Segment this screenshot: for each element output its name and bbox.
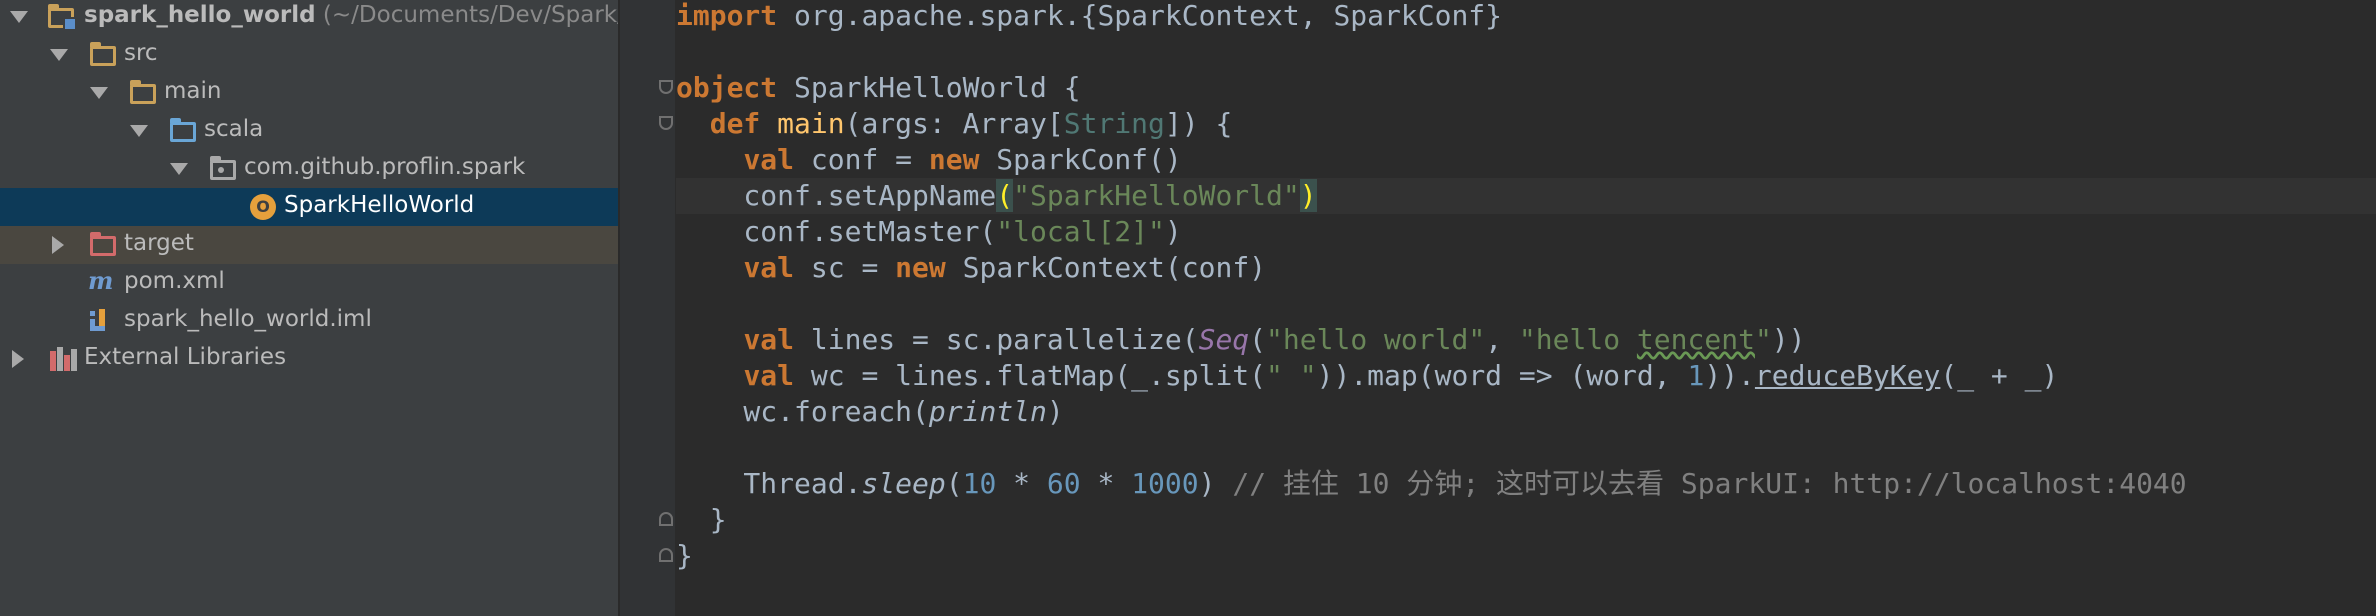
typo-highlight: tencent bbox=[1636, 323, 1755, 356]
folder-icon bbox=[90, 42, 116, 66]
code-line-14: Thread.sleep(10 * 60 * 1000) // 挂住 10 分钟… bbox=[676, 467, 2187, 500]
fold-open-icon[interactable] bbox=[659, 80, 673, 94]
tree-row-package[interactable]: com.github.proflin.spark bbox=[0, 150, 618, 188]
project-tool-window: spark_hello_world (~/Documents/Dev/Spark… bbox=[0, 0, 620, 616]
tree-row-scala[interactable]: scala bbox=[0, 112, 618, 150]
tree-label-sparkhelloworld: SparkHelloWorld bbox=[284, 192, 475, 218]
collapse-arrow-icon[interactable] bbox=[52, 236, 64, 254]
folder-icon bbox=[130, 80, 156, 104]
code-line-10: val lines = sc.parallelize(Seq("hello wo… bbox=[743, 323, 1806, 356]
expand-arrow-icon[interactable] bbox=[130, 125, 148, 137]
code-line-5: val conf = new SparkConf() bbox=[743, 143, 1182, 176]
code-line-15: } bbox=[676, 503, 727, 536]
tree-label-main: main bbox=[164, 78, 222, 104]
tree-row-external-libraries[interactable]: External Libraries bbox=[0, 340, 618, 378]
fold-close-icon[interactable] bbox=[659, 548, 673, 562]
code-line-8: val sc = new SparkContext(conf) bbox=[743, 251, 1267, 284]
code-line-11: val wc = lines.flatMap(_.split(" ")).map… bbox=[743, 359, 2059, 392]
code-line-4: def main(args: Array[String]) { bbox=[676, 107, 1233, 140]
code-line-3: object SparkHelloWorld { bbox=[676, 71, 1081, 104]
code-line-1: import org.apache.spark.{SparkContext, S… bbox=[676, 0, 1503, 32]
tree-row-sparkhelloworld[interactable]: O SparkHelloWorld bbox=[0, 188, 618, 226]
code-line-7: conf.setMaster("local[2]") bbox=[676, 215, 1182, 248]
fold-open-icon[interactable] bbox=[659, 116, 673, 130]
module-file-icon bbox=[90, 309, 114, 333]
tree-row-pom[interactable]: m pom.xml bbox=[0, 264, 618, 302]
module-folder-icon bbox=[48, 4, 77, 31]
expand-arrow-icon[interactable] bbox=[170, 163, 188, 175]
tree-label-iml: spark_hello_world.iml bbox=[124, 306, 372, 332]
tree-row-src[interactable]: src bbox=[0, 36, 618, 74]
code-line-16: } bbox=[676, 539, 693, 572]
tree-label-package: com.github.proflin.spark bbox=[244, 154, 526, 180]
implicit-conversion-underline: reduceByKey bbox=[1754, 359, 1941, 392]
tree-row-main[interactable]: main bbox=[0, 74, 618, 112]
tree-label-target: target bbox=[124, 230, 194, 256]
libraries-icon bbox=[50, 347, 78, 371]
package-icon bbox=[210, 156, 236, 180]
expand-arrow-icon[interactable] bbox=[50, 49, 68, 61]
code-line-6-current: conf.setAppName("SparkHelloWorld") bbox=[676, 178, 2376, 214]
code-editor[interactable]: import org.apache.spark.{SparkContext, S… bbox=[676, 0, 2376, 616]
tree-label-src: src bbox=[124, 40, 158, 66]
maven-icon: m bbox=[88, 266, 114, 295]
tree-row-iml[interactable]: spark_hello_world.iml bbox=[0, 302, 618, 340]
scala-object-icon: O bbox=[250, 194, 276, 220]
project-path: (~/Documents/Dev/Spark/ bbox=[322, 2, 620, 28]
tree-row-target[interactable]: target bbox=[0, 226, 618, 264]
collapse-arrow-icon[interactable] bbox=[12, 350, 24, 368]
tree-label-scala: scala bbox=[204, 116, 264, 142]
tree-label-external-libraries: External Libraries bbox=[84, 344, 287, 370]
excluded-folder-icon bbox=[90, 232, 116, 256]
expand-arrow-icon[interactable] bbox=[90, 87, 108, 99]
project-name: spark_hello_world bbox=[84, 2, 316, 28]
code-line-12: wc.foreach(println) bbox=[676, 395, 1064, 428]
fold-close-icon[interactable] bbox=[659, 512, 673, 526]
tree-row-project-root[interactable]: spark_hello_world (~/Documents/Dev/Spark… bbox=[0, 0, 620, 36]
expand-arrow-icon[interactable] bbox=[10, 11, 28, 23]
source-folder-icon bbox=[170, 118, 196, 142]
tree-label-pom: pom.xml bbox=[124, 268, 225, 294]
